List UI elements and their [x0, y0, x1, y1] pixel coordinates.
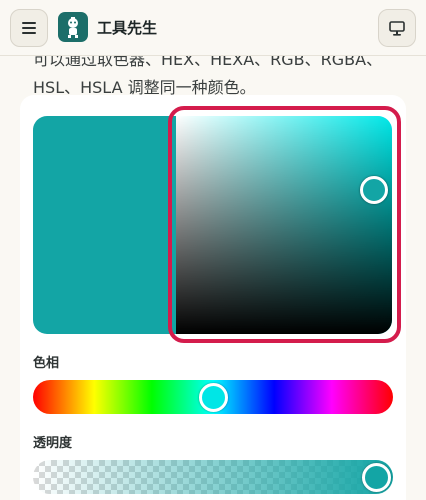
current-color-swatch [33, 116, 183, 334]
alpha-label: 透明度 [33, 436, 73, 451]
alpha-slider-thumb[interactable] [362, 463, 391, 492]
alpha-slider[interactable] [33, 460, 393, 494]
monitor-icon [389, 20, 405, 36]
hue-label: 色相 [33, 356, 60, 371]
highlight-box [168, 106, 401, 343]
mascot-logo-icon[interactable] [58, 12, 88, 42]
menu-button[interactable] [10, 9, 48, 47]
hamburger-menu-icon [22, 22, 36, 34]
app-header: 工具先生 [0, 0, 426, 56]
app-title[interactable]: 工具先生 [97, 17, 157, 38]
device-toggle-button[interactable] [378, 9, 416, 47]
hue-slider-thumb[interactable] [199, 383, 228, 412]
